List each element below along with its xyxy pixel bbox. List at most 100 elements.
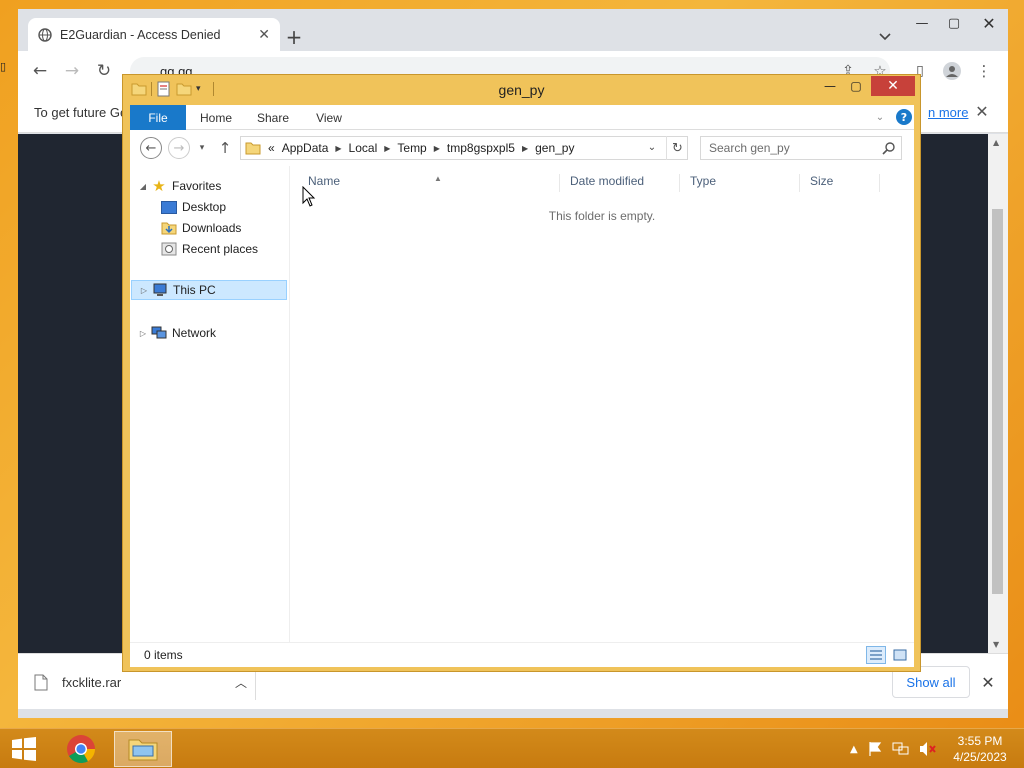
up-one-level-button[interactable]: ↑ (216, 138, 234, 158)
breadcrumb-local[interactable]: Local (349, 141, 378, 155)
breadcrumb-separator-icon[interactable]: ▶ (335, 144, 341, 153)
collapse-arrow-icon[interactable]: ◢ (136, 182, 150, 191)
tab-search-chevron-icon[interactable] (876, 27, 894, 45)
ribbon-tab-bar: File Home Share View ⌄ ? (130, 105, 914, 130)
ribbon-expand-chevron-icon[interactable]: ⌄ (874, 111, 886, 123)
explorer-close-button[interactable]: ✕ (871, 76, 915, 96)
forward-arrow-icon[interactable]: → (62, 61, 82, 81)
large-icons-view-icon[interactable] (890, 646, 910, 664)
volume-muted-icon[interactable] (919, 741, 937, 757)
show-hidden-icons-chevron-icon[interactable]: ▲ (850, 744, 858, 755)
download-filename: fxcklite.rar (62, 674, 122, 690)
ribbon-tab-home[interactable]: Home (192, 105, 240, 130)
nav-item-favorites[interactable]: ◢ ★ Favorites (136, 176, 221, 196)
infobar-close-icon[interactable]: ✕ (974, 102, 990, 121)
search-input[interactable]: Search gen_py (700, 136, 902, 160)
breadcrumb-separator-icon[interactable]: ▶ (384, 144, 390, 153)
taskbar-file-explorer-button[interactable] (114, 731, 172, 767)
breadcrumb-overflow[interactable]: « (268, 141, 275, 155)
back-button[interactable]: ← (140, 137, 162, 159)
breadcrumb-separator-icon[interactable]: ▶ (434, 144, 440, 153)
chevron-up-icon[interactable]: ︿ (235, 674, 247, 691)
tab-close-icon[interactable]: ✕ (258, 27, 270, 43)
breadcrumb-gen-py[interactable]: gen_py (535, 141, 574, 155)
search-icon[interactable] (882, 141, 896, 155)
address-bar[interactable]: « AppData ▶ Local ▶ Temp ▶ tmp8gspxpl5 ▶… (240, 136, 688, 160)
recent-places-icon (160, 241, 178, 257)
nav-item-downloads[interactable]: Downloads (160, 218, 241, 238)
refresh-button[interactable]: ↻ (666, 136, 688, 160)
explorer-maximize-button[interactable]: ▢ (843, 75, 869, 97)
new-tab-button[interactable]: + (280, 25, 308, 49)
nav-label: Network (172, 326, 217, 340)
explorer-minimize-button[interactable]: — (817, 75, 843, 97)
nav-item-desktop[interactable]: Desktop (160, 197, 226, 217)
back-arrow-icon[interactable]: ← (30, 61, 50, 81)
chrome-minimize-button[interactable]: — (906, 9, 938, 37)
sort-ascending-icon: ▲ (434, 174, 442, 183)
help-icon[interactable]: ? (896, 109, 912, 125)
breadcrumb-tmp-folder[interactable]: tmp8gspxpl5 (447, 141, 515, 155)
navigation-bar: ← → ▾ ↑ « AppData ▶ Local ▶ Temp ▶ tmp8g… (130, 130, 914, 166)
clock-time: 3:55 PM (957, 734, 1003, 748)
column-header-type[interactable]: Type (680, 174, 800, 192)
expand-arrow-icon[interactable]: ▷ (136, 329, 150, 338)
address-history-chevron-icon[interactable]: ⌄ (644, 136, 660, 158)
nav-item-this-pc[interactable]: ▷ This PC (131, 280, 287, 300)
network-icon (150, 325, 168, 341)
breadcrumb-appdata[interactable]: AppData (282, 141, 329, 155)
taskbar-chrome-button[interactable] (58, 731, 104, 767)
nav-item-network[interactable]: ▷ Network (136, 323, 216, 343)
globe-icon (38, 27, 52, 42)
infobar-learn-more-link[interactable]: n more (928, 105, 968, 120)
tab-title: E2Guardian - Access Denied (60, 27, 221, 42)
page-scrollbar[interactable]: ▲ ▼ (988, 134, 1008, 653)
details-view-icon[interactable] (866, 646, 886, 664)
profile-avatar-icon[interactable] (942, 61, 962, 81)
scroll-up-arrow-icon[interactable]: ▲ (993, 138, 999, 147)
start-button[interactable] (4, 731, 44, 767)
file-explorer-icon (128, 739, 158, 761)
status-bar: 0 items (130, 642, 914, 667)
action-center-flag-icon[interactable] (867, 741, 883, 757)
chrome-tab-active[interactable]: E2Guardian - Access Denied ✕ (28, 18, 280, 51)
download-shelf-close-icon[interactable]: ✕ (980, 673, 996, 692)
nav-label: Favorites (172, 179, 222, 193)
breadcrumb-temp[interactable]: Temp (397, 141, 426, 155)
explorer-window-title: gen_py (498, 82, 545, 98)
computer-icon (151, 282, 169, 298)
navigation-pane: ◢ ★ Favorites Desktop Downloads Recent p… (130, 166, 290, 642)
nav-label: Desktop (182, 200, 227, 214)
system-tray: ▲ (850, 729, 937, 768)
chrome-logo-icon (67, 735, 96, 764)
chrome-menu-icon[interactable]: ⋮ (974, 61, 994, 81)
explorer-title-bar[interactable]: ▾ gen_py — ▢ ✕ (123, 75, 920, 105)
taskbar-clock[interactable]: 3:55 PM 4/25/2023 (942, 729, 1018, 768)
ribbon-tab-share[interactable]: Share (248, 105, 298, 130)
ribbon-tab-file[interactable]: File (130, 105, 186, 130)
ribbon-tab-view[interactable]: View (306, 105, 352, 130)
infobar-message: To get future Ge (34, 105, 128, 120)
nav-item-recent-places[interactable]: Recent places (160, 239, 258, 259)
nav-label: Recent places (182, 242, 259, 256)
network-status-icon[interactable] (892, 741, 910, 757)
forward-button[interactable]: → (168, 137, 190, 159)
column-header-size[interactable]: Size (800, 174, 880, 192)
scroll-thumb[interactable] (992, 209, 1003, 594)
chrome-close-button[interactable]: ✕ (970, 9, 1008, 37)
windows-logo-icon (12, 737, 36, 761)
chrome-maximize-button[interactable]: ▢ (938, 9, 970, 37)
scroll-down-arrow-icon[interactable]: ▼ (993, 640, 999, 649)
column-header-name[interactable]: Name ▲ (298, 174, 560, 192)
recent-locations-chevron-icon[interactable]: ▾ (196, 141, 208, 155)
breadcrumb-separator-icon[interactable]: ▶ (522, 144, 528, 153)
downloads-folder-icon (160, 220, 178, 236)
nav-label: This PC (173, 283, 216, 297)
item-count: 0 items (144, 648, 183, 662)
file-list-pane[interactable]: Name ▲ Date modified Type Size This fold… (290, 166, 914, 642)
column-header-date-modified[interactable]: Date modified (560, 174, 680, 192)
star-icon: ★ (152, 178, 166, 195)
expand-arrow-icon[interactable]: ▷ (137, 286, 151, 295)
empty-folder-message: This folder is empty. (548, 209, 656, 223)
reload-icon[interactable]: ↻ (94, 61, 114, 81)
